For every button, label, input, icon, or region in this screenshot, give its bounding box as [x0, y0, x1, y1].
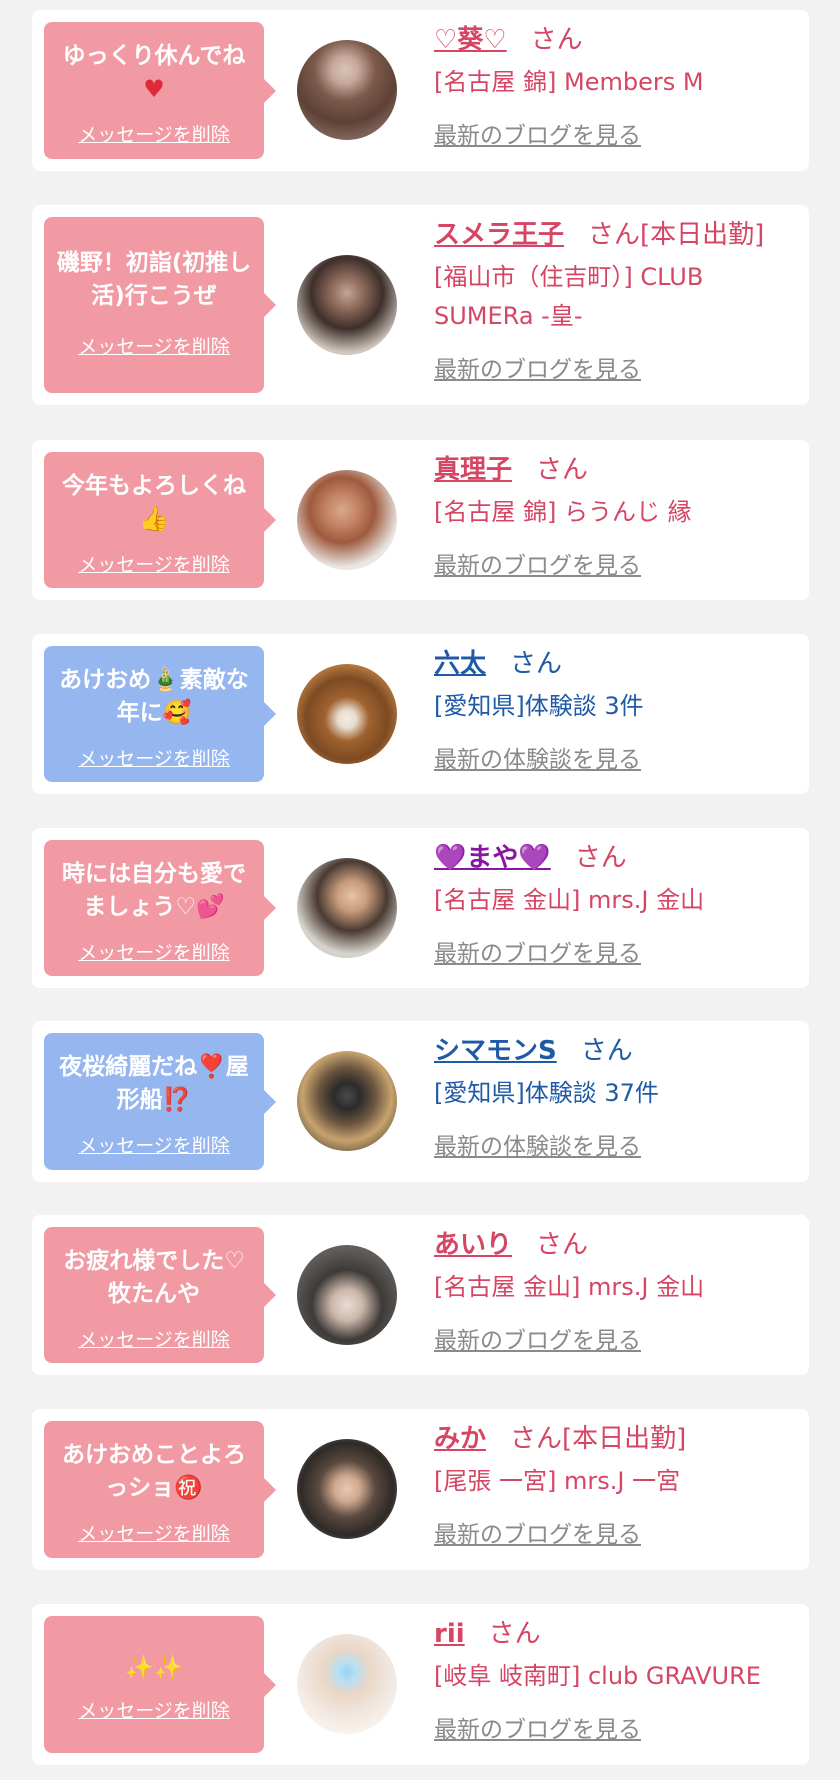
- message-bubble: あけおめ🎍素敵な年に🥰 メッセージを削除: [44, 646, 276, 782]
- message-text: お疲れ様でした♡牧たんや: [63, 1248, 245, 1307]
- honorific: さん: [536, 1230, 589, 1260]
- profile-info: rii さん [岐阜 岐南町] club GRAVURE 最新のブログを見る: [434, 1616, 799, 1744]
- honorific: さん: [580, 1036, 633, 1066]
- message-text: ✨✨: [125, 1655, 183, 1681]
- message-card: ゆっくり休んでね ♥ メッセージを削除 ♡葵♡ さん [名古屋 錦] Member…: [32, 10, 809, 171]
- latest-blog-link[interactable]: 最新のブログを見る: [434, 1321, 799, 1355]
- profile-name-link[interactable]: 💜まや💜: [434, 843, 551, 873]
- latest-blog-link[interactable]: 最新のブログを見る: [434, 350, 799, 384]
- honorific: さん: [536, 455, 589, 485]
- message-bubble: 夜桜綺麗だね❣️屋形船⁉️ メッセージを削除: [44, 1033, 276, 1170]
- message-text: 時には自分も愛でましょう♡💕: [62, 861, 246, 920]
- profile-info: あいり さん [名古屋 金山] mrs.J 金山 最新のブログを見る: [434, 1227, 799, 1355]
- delete-message-link[interactable]: メッセージを削除: [44, 550, 264, 577]
- message-card: 今年もよろしくね 👍 メッセージを削除 真理子 さん [名古屋 錦] らうんじ 縁…: [32, 440, 809, 600]
- profile-info: 💜まや💜 さん [名古屋 金山] mrs.J 金山 最新のブログを見る: [434, 840, 799, 968]
- message-card: 時には自分も愛でましょう♡💕 メッセージを削除 💜まや💜 さん [名古屋 金山] …: [32, 828, 809, 988]
- message-bubble: 今年もよろしくね 👍 メッセージを削除: [44, 452, 276, 588]
- message-card: ✨✨ メッセージを削除 rii さん [岐阜 岐南町] club GRAVURE …: [32, 1604, 809, 1765]
- profile-name-link[interactable]: 六太: [434, 649, 486, 679]
- message-bubble: 時には自分も愛でましょう♡💕 メッセージを削除: [44, 840, 276, 976]
- latest-blog-link[interactable]: 最新のブログを見る: [434, 1515, 799, 1549]
- message-text-label: ゆっくり休んでね: [62, 43, 246, 69]
- message-text: ゆっくり休んでね ♥: [52, 40, 256, 107]
- avatar[interactable]: [297, 1051, 397, 1151]
- message-card: 磯野！初詣(初推し活)行こうぜ メッセージを削除 スメラ王子 さん[本日出勤] […: [32, 205, 809, 405]
- avatar[interactable]: [297, 1634, 397, 1734]
- message-text: あけおめことよろっショ㊗️: [62, 1442, 246, 1501]
- profile-info: 六太 さん [愛知県]体験談 3件 最新の体験談を見る: [434, 646, 799, 774]
- message-bubble: ✨✨ メッセージを削除: [44, 1616, 276, 1753]
- message-bubble: あけおめことよろっショ㊗️ メッセージを削除: [44, 1421, 276, 1558]
- avatar[interactable]: [297, 40, 397, 140]
- profile-info: シマモンS さん [愛知県]体験談 37件 最新の体験談を見る: [434, 1033, 799, 1161]
- avatar[interactable]: [297, 858, 397, 958]
- message-text: あけおめ🎍素敵な年に🥰: [59, 667, 249, 726]
- message-bubble: 磯野！初詣(初推し活)行こうぜ メッセージを削除: [44, 217, 276, 393]
- profile-info: ♡葵♡ さん [名古屋 錦] Members M 最新のブログを見る: [434, 22, 799, 150]
- honorific: さん[本日出勤]: [588, 220, 765, 250]
- profile-name-link[interactable]: ♡葵♡: [434, 25, 507, 55]
- latest-blog-link[interactable]: 最新のブログを見る: [434, 116, 799, 150]
- message-card: 夜桜綺麗だね❣️屋形船⁉️ メッセージを削除 シマモンS さん [愛知県]体験談 …: [32, 1021, 809, 1182]
- shop-info: [名古屋 錦] Members M: [434, 68, 704, 96]
- latest-blog-link[interactable]: 最新のブログを見る: [434, 546, 799, 580]
- avatar[interactable]: [297, 470, 397, 570]
- honorific: さん: [510, 649, 563, 679]
- message-card: お疲れ様でした♡牧たんや メッセージを削除 あいり さん [名古屋 金山] mrs…: [32, 1215, 809, 1375]
- profile-name-link[interactable]: みか: [434, 1424, 486, 1454]
- message-list: ゆっくり休んでね ♥ メッセージを削除 ♡葵♡ さん [名古屋 錦] Member…: [0, 0, 840, 1780]
- profile-name-link[interactable]: rii: [434, 1619, 465, 1649]
- profile-name-link[interactable]: スメラ王子: [434, 220, 564, 250]
- message-text: 夜桜綺麗だね❣️屋形船⁉️: [59, 1054, 249, 1113]
- delete-message-link[interactable]: メッセージを削除: [44, 1131, 264, 1158]
- delete-message-link[interactable]: メッセージを削除: [44, 1325, 264, 1352]
- honorific: さん: [530, 25, 583, 55]
- latest-review-link[interactable]: 最新の体験談を見る: [434, 740, 799, 774]
- message-card: あけおめことよろっショ㊗️ メッセージを削除 みか さん[本日出勤] [尾張 一宮…: [32, 1409, 809, 1570]
- profile-info: みか さん[本日出勤] [尾張 一宮] mrs.J 一宮 最新のブログを見る: [434, 1421, 799, 1549]
- shop-info: [名古屋 錦] らうんじ 縁: [434, 498, 692, 526]
- delete-message-link[interactable]: メッセージを削除: [44, 120, 264, 147]
- avatar[interactable]: [297, 1245, 397, 1345]
- latest-blog-link[interactable]: 最新のブログを見る: [434, 934, 799, 968]
- message-text: 今年もよろしくね 👍: [52, 470, 256, 537]
- shop-info: [愛知県]体験談 3件: [434, 692, 644, 720]
- avatar[interactable]: [297, 255, 397, 355]
- shop-info: [名古屋 金山] mrs.J 金山: [434, 886, 705, 914]
- profile-info: スメラ王子 さん[本日出勤] [福山市（住吉町）] CLUB SUMERa -皇-…: [434, 217, 799, 384]
- avatar[interactable]: [297, 664, 397, 764]
- profile-name-link[interactable]: シマモンS: [434, 1036, 557, 1066]
- shop-info: [岐阜 岐南町] club GRAVURE: [434, 1662, 761, 1690]
- thumbs-up-icon: 👍: [139, 505, 169, 533]
- message-text-label: 今年もよろしくね: [62, 473, 246, 499]
- profile-name-link[interactable]: あいり: [434, 1230, 512, 1260]
- honorific: さん[本日出勤]: [510, 1424, 687, 1454]
- message-bubble: ゆっくり休んでね ♥ メッセージを削除: [44, 22, 276, 159]
- delete-message-link[interactable]: メッセージを削除: [44, 744, 264, 771]
- delete-message-link[interactable]: メッセージを削除: [44, 332, 264, 359]
- shop-info: [尾張 一宮] mrs.J 一宮: [434, 1467, 681, 1495]
- honorific: さん: [574, 843, 627, 873]
- profile-name-link[interactable]: 真理子: [434, 455, 512, 485]
- honorific: さん: [488, 1619, 541, 1649]
- shop-info: [愛知県]体験談 37件: [434, 1079, 659, 1107]
- shop-info: [福山市（住吉町）] CLUB SUMERa -皇-: [434, 263, 704, 330]
- profile-info: 真理子 さん [名古屋 錦] らうんじ 縁 最新のブログを見る: [434, 452, 799, 580]
- shop-info: [名古屋 金山] mrs.J 金山: [434, 1273, 705, 1301]
- message-text: 磯野！初詣(初推し活)行こうぜ: [56, 250, 252, 309]
- delete-message-link[interactable]: メッセージを削除: [44, 1519, 264, 1546]
- latest-review-link[interactable]: 最新の体験談を見る: [434, 1127, 799, 1161]
- delete-message-link[interactable]: メッセージを削除: [44, 938, 264, 965]
- message-card: あけおめ🎍素敵な年に🥰 メッセージを削除 六太 さん [愛知県]体験談 3件 最新…: [32, 634, 809, 794]
- avatar[interactable]: [297, 1439, 397, 1539]
- heart-icon: ♥: [143, 75, 165, 103]
- delete-message-link[interactable]: メッセージを削除: [44, 1696, 264, 1723]
- latest-blog-link[interactable]: 最新のブログを見る: [434, 1710, 799, 1744]
- message-bubble: お疲れ様でした♡牧たんや メッセージを削除: [44, 1227, 276, 1363]
